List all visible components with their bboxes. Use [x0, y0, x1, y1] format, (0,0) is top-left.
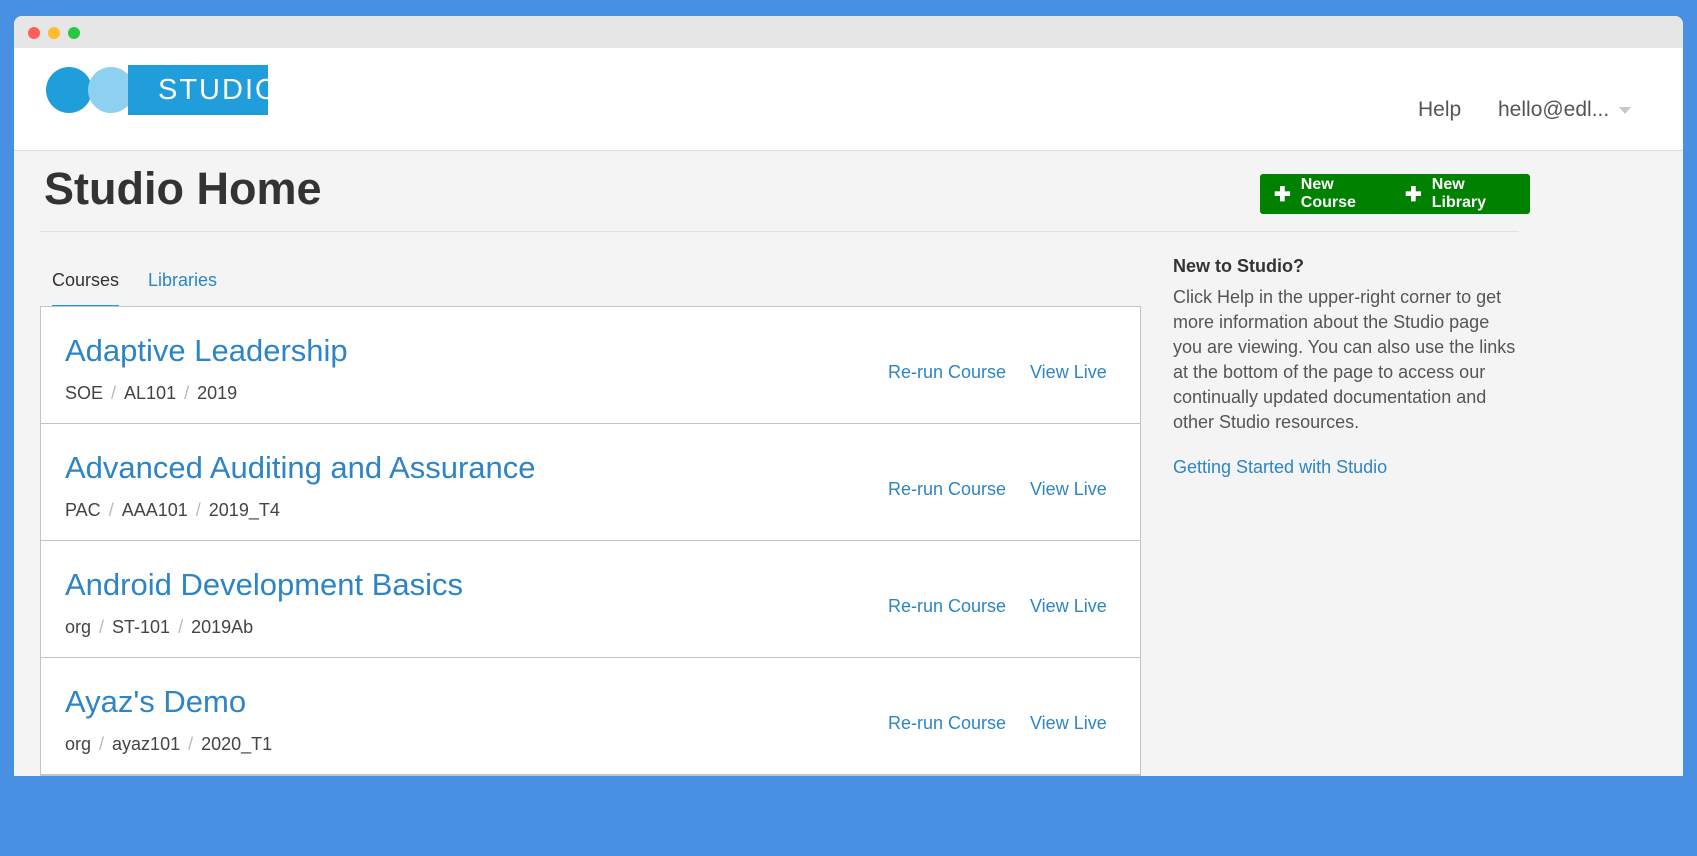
sidebar-heading: New to Studio?: [1173, 256, 1304, 276]
tab-courses[interactable]: Courses: [52, 270, 120, 309]
course-meta: org / ST-101/2019Ab: [65, 617, 254, 637]
rerun-course-link[interactable]: Re-run Course: [888, 362, 1006, 383]
rerun-course-link[interactable]: Re-run Course: [888, 479, 1006, 500]
view-live-link[interactable]: View Live: [1030, 479, 1107, 500]
user-menu[interactable]: hello@edl...: [1498, 98, 1632, 122]
list-item: Adaptive Leadership SOE / AL101/2019 Re-ru…: [41, 307, 1140, 424]
header-divider: [40, 231, 1519, 232]
maximize-window-button[interactable]: [68, 27, 80, 39]
course-title-link[interactable]: Android Development Basics: [65, 567, 463, 603]
course-list: Adaptive Leadership SOE / AL101/2019 Re-ru…: [40, 306, 1141, 776]
new-course-button[interactable]: ✚ New Course: [1260, 174, 1398, 214]
course-org: org: [65, 734, 92, 754]
window-bottom-mask: [0, 776, 1697, 856]
getting-started-link[interactable]: Getting Started with Studio: [1173, 457, 1518, 478]
course-title-link[interactable]: Ayaz's Demo: [65, 684, 246, 720]
plus-icon: ✚: [1405, 183, 1422, 206]
minimize-window-button[interactable]: [48, 27, 60, 39]
course-meta: org / ayaz101/2020_T1: [65, 734, 273, 754]
course-number: ST-101: [112, 617, 171, 637]
user-menu-label: hello@edl...: [1498, 98, 1610, 121]
course-run: 2019_T4: [208, 500, 280, 520]
logo-circle-dark: [46, 67, 92, 113]
course-run: 2019: [197, 383, 238, 403]
course-meta: PAC / AAA101/2019_T4: [65, 500, 280, 520]
window-titlebar: [14, 16, 1683, 48]
list-item: Advanced Auditing and Assurance PAC / AAA1…: [41, 424, 1140, 541]
help-link[interactable]: Help: [1418, 98, 1461, 122]
course-org: PAC: [65, 500, 101, 520]
close-window-button[interactable]: [28, 27, 40, 39]
new-library-button[interactable]: ✚ New Library: [1391, 174, 1530, 214]
course-org: org: [65, 617, 92, 637]
view-live-link[interactable]: View Live: [1030, 713, 1107, 734]
new-library-label: New Library: [1431, 176, 1487, 211]
list-item: Android Development Basics org / ST-101/20…: [41, 541, 1140, 658]
course-number: ayaz101: [112, 734, 181, 754]
view-live-link[interactable]: View Live: [1030, 596, 1107, 617]
course-run: 2020_T1: [201, 734, 273, 754]
list-item: Ayaz's Demo org / ayaz101/2020_T1 Re-run C…: [41, 658, 1140, 775]
course-title-link[interactable]: Advanced Auditing and Assurance: [65, 450, 536, 486]
rerun-course-link[interactable]: Re-run Course: [888, 596, 1006, 617]
new-course-label: New Course: [1300, 176, 1356, 211]
course-run: 2019Ab: [191, 617, 254, 637]
page-title: Studio Home: [44, 163, 322, 214]
course-number: AAA101: [121, 500, 188, 520]
course-title-link[interactable]: Adaptive Leadership: [65, 333, 348, 369]
site-header: STUDIO Help hello@edl...: [14, 48, 1683, 151]
plus-icon: ✚: [1274, 183, 1291, 206]
chevron-down-icon: [1619, 106, 1632, 114]
sidebar-body: Click Help in the upper-right corner to …: [1173, 287, 1516, 432]
help-sidebar: New to Studio? Click Help in the upper-r…: [1173, 256, 1518, 478]
rerun-course-link[interactable]: Re-run Course: [888, 713, 1006, 734]
course-number: AL101: [124, 383, 177, 403]
view-live-link[interactable]: View Live: [1030, 362, 1107, 383]
course-org: SOE: [65, 383, 104, 403]
tab-libraries[interactable]: Libraries: [148, 270, 217, 305]
logo-text: STUDIO: [128, 65, 278, 115]
course-meta: SOE / AL101/2019: [65, 383, 238, 403]
